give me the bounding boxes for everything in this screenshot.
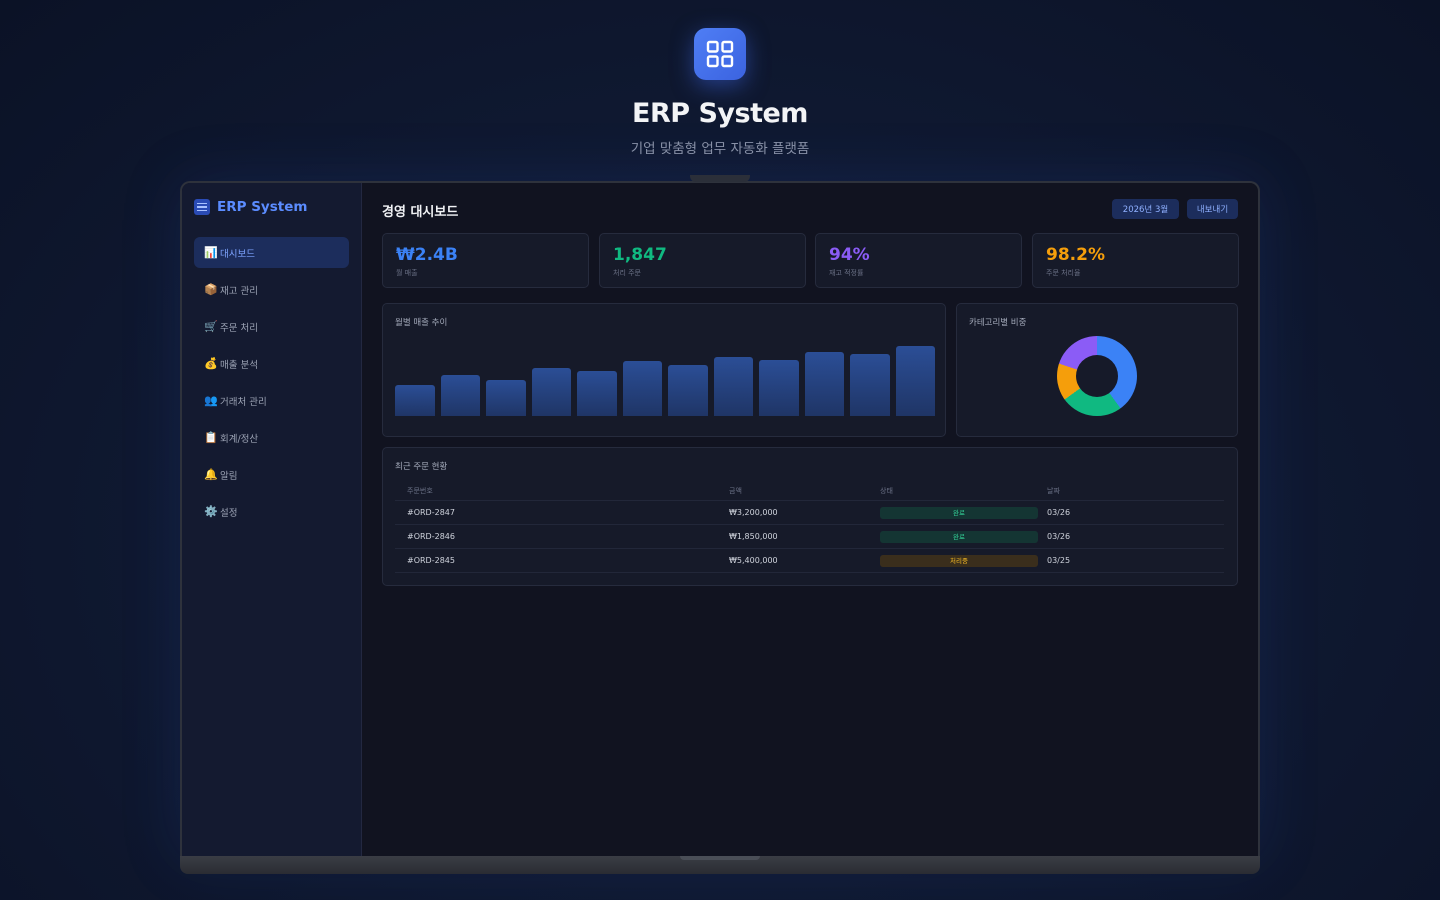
laptop-base-groove <box>680 856 760 860</box>
bar-10 <box>850 354 890 416</box>
bar-1 <box>440 375 480 416</box>
kpi-value: 94% <box>829 245 870 265</box>
sidebar-item-6[interactable]: 🔔 알림 <box>194 459 349 490</box>
order-amount: ₩1,850,000 <box>717 524 880 549</box>
laptop-camera-notch <box>690 175 750 182</box>
monthly-sales-bars <box>395 338 935 416</box>
category-share-card: 카테고리별 비중 <box>956 303 1238 437</box>
nav-icon: 📋 <box>204 431 218 444</box>
kpi-label: 처리 주문 <box>613 269 641 277</box>
kpi-card-2: 94% 재고 적정률 <box>815 233 1022 288</box>
table-row[interactable]: #ORD-2847 ₩3,200,000 완료 03/26 <box>395 500 1224 525</box>
category-share-title: 카테고리별 비중 <box>969 318 1027 328</box>
column-date: 날짜 <box>1043 482 1224 501</box>
kpi-label: 월 매출 <box>396 269 418 277</box>
kpi-label: 주문 처리율 <box>1046 269 1081 277</box>
nav-icon: 📊 <box>204 246 218 259</box>
kpi-value: ₩2.4B <box>396 245 458 265</box>
status-badge: 완료 <box>880 530 1038 543</box>
orders-table: 주문번호 금액 상태 날짜 #ORD-2847 ₩3,200,000 완료 03/26… <box>395 482 1224 573</box>
nav-icon: 🔔 <box>204 468 218 481</box>
bar-6 <box>668 365 708 416</box>
nav-icon: 📦 <box>204 283 218 296</box>
sidebar-item-4[interactable]: 👥 거래처 관리 <box>194 385 349 416</box>
kpi-value: 1,847 <box>613 245 667 265</box>
nav-icon: 🛒 <box>204 320 218 333</box>
order-status-cell: 처리중 <box>880 548 1043 573</box>
main-content: 경영 대시보드 2026년 3월 내보내기 ₩2.4B 월 매출 1,847 처리 주… <box>362 183 1258 857</box>
hero-title: ERP System <box>632 98 808 129</box>
bar-3 <box>531 367 571 416</box>
bar-4 <box>577 370 617 416</box>
order-date: 03/26 <box>1043 524 1224 549</box>
order-amount: ₩5,400,000 <box>717 548 880 573</box>
column-order-id: 주문번호 <box>395 482 717 501</box>
sidebar-item-2[interactable]: 🛒 주문 처리 <box>194 311 349 342</box>
sidebar-item-3[interactable]: 💰 매출 분석 <box>194 348 349 379</box>
monthly-sales-card: 월별 매출 추이 <box>382 303 946 437</box>
bar-8 <box>759 359 799 416</box>
order-amount: ₩3,200,000 <box>717 500 880 525</box>
sidebar-item-label: 매출 분석 <box>220 359 258 371</box>
sidebar-item-label: 알림 <box>220 470 238 482</box>
bar-9 <box>804 352 844 416</box>
category-donut-chart <box>1057 336 1137 416</box>
column-amount: 금액 <box>717 482 880 501</box>
recent-orders-card: 최근 주문 현황 주문번호 금액 상태 날짜 #ORD-2847 ₩3,200,0… <box>382 447 1238 586</box>
bar-5 <box>622 361 662 416</box>
status-badge: 완료 <box>880 506 1038 519</box>
recent-orders-title: 최근 주문 현황 <box>395 462 448 472</box>
monthly-sales-title: 월별 매출 추이 <box>395 318 448 328</box>
sidebar-item-label: 주문 처리 <box>220 322 258 334</box>
sidebar-item-1[interactable]: 📦 재고 관리 <box>194 274 349 305</box>
orders-header-row: 주문번호 금액 상태 날짜 <box>395 482 1224 501</box>
bar-11 <box>895 345 935 416</box>
nav-icon: 👥 <box>204 394 218 407</box>
nav-icon: ⚙️ <box>204 505 218 518</box>
order-id: #ORD-2847 <box>395 500 717 525</box>
menu-lines-icon <box>194 199 210 215</box>
bar-0 <box>395 384 435 416</box>
sidebar-item-label: 회계/정산 <box>220 433 259 445</box>
sidebar-item-label: 재고 관리 <box>220 285 258 297</box>
kpi-card-0: ₩2.4B 월 매출 <box>382 233 589 288</box>
sidebar-item-7[interactable]: ⚙️ 설정 <box>194 496 349 527</box>
sidebar-item-5[interactable]: 📋 회계/정산 <box>194 422 349 453</box>
order-id: #ORD-2845 <box>395 548 717 573</box>
column-status: 상태 <box>880 482 1043 501</box>
status-badge: 처리중 <box>880 554 1038 567</box>
kpi-card-1: 1,847 처리 주문 <box>599 233 806 288</box>
kpi-value: 98.2% <box>1046 245 1105 265</box>
order-status-cell: 완료 <box>880 524 1043 549</box>
order-date: 03/25 <box>1043 548 1224 573</box>
table-row[interactable]: #ORD-2846 ₩1,850,000 완료 03/26 <box>395 524 1224 549</box>
brand-name: ERP System <box>217 199 308 215</box>
brand[interactable]: ERP System <box>194 199 307 215</box>
sidebar-nav: 📊 대시보드 📦 재고 관리 🛒 주문 처리 💰 매출 분석 👥 거래처 관리 📋 회계/정산 🔔 알림 ⚙… <box>194 237 349 533</box>
kpi-label: 재고 적정률 <box>829 269 864 277</box>
export-button[interactable]: 내보내기 <box>1187 199 1238 219</box>
laptop-screen: ERP System 📊 대시보드 📦 재고 관리 🛒 주문 처리 💰 매출 분석 👥 거래처 관… <box>180 181 1260 857</box>
page-title: 경영 대시보드 <box>382 205 459 220</box>
sidebar-item-label: 설정 <box>220 507 238 519</box>
nav-icon: 💰 <box>204 357 218 370</box>
sidebar-item-label: 대시보드 <box>220 248 255 260</box>
bar-2 <box>486 380 526 416</box>
sidebar: ERP System 📊 대시보드 📦 재고 관리 🛒 주문 처리 💰 매출 분석 👥 거래처 관… <box>182 183 362 857</box>
order-date: 03/26 <box>1043 500 1224 525</box>
hero-subtitle: 기업 맞춤형 업무 자동화 플랫폼 <box>630 141 810 157</box>
period-button[interactable]: 2026년 3월 <box>1112 199 1179 219</box>
sidebar-item-label: 거래처 관리 <box>220 396 267 408</box>
bar-7 <box>713 356 753 416</box>
table-row[interactable]: #ORD-2845 ₩5,400,000 처리중 03/25 <box>395 548 1224 573</box>
grid-icon <box>694 28 746 80</box>
sidebar-item-0[interactable]: 📊 대시보드 <box>194 237 349 268</box>
order-status-cell: 완료 <box>880 500 1043 525</box>
kpi-card-3: 98.2% 주문 처리율 <box>1032 233 1239 288</box>
order-id: #ORD-2846 <box>395 524 717 549</box>
